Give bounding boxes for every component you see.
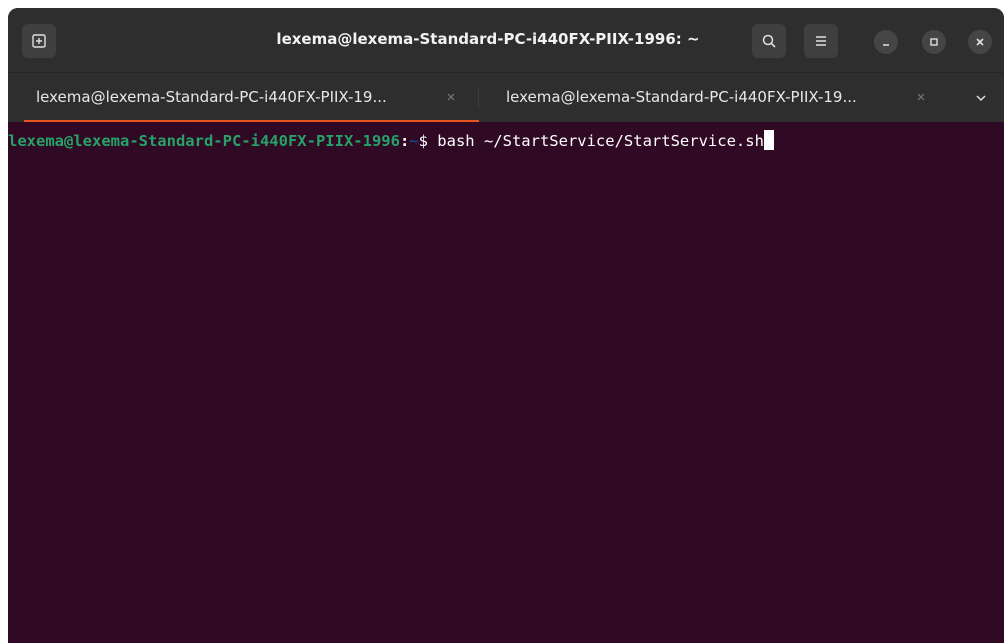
- tab-close-icon[interactable]: [914, 90, 928, 104]
- tab-label: lexema@lexema-Standard-PC-i440FX-PIIX-19…: [506, 88, 857, 106]
- hamburger-menu-icon: [816, 36, 826, 46]
- prompt-symbol: $: [418, 132, 438, 150]
- new-tab-icon: [32, 34, 46, 48]
- tab-2[interactable]: lexema@lexema-Standard-PC-i440FX-PIIX-19…: [478, 73, 948, 123]
- prompt-separator: :: [399, 132, 410, 150]
- menu-button[interactable]: [804, 24, 838, 58]
- terminal-output[interactable]: lexema@lexema-Standard-PC-i440FX-PIIX-19…: [8, 122, 1004, 643]
- terminal-window: lexema@lexema-Standard-PC-i440FX-PIIX-19…: [8, 8, 1004, 643]
- tab-label: lexema@lexema-Standard-PC-i440FX-PIIX-19…: [36, 88, 387, 106]
- minimize-icon: [883, 44, 889, 46]
- tab-bar: lexema@lexema-Standard-PC-i440FX-PIIX-19…: [8, 72, 1004, 123]
- tab-1[interactable]: lexema@lexema-Standard-PC-i440FX-PIIX-19…: [8, 73, 479, 123]
- close-button[interactable]: [968, 30, 992, 54]
- chevron-down-icon: [976, 95, 986, 102]
- minimize-button[interactable]: [874, 30, 898, 54]
- text-cursor: [763, 130, 774, 150]
- maximize-icon: [930, 38, 938, 46]
- command-line: lexema@lexema-Standard-PC-i440FX-PIIX-19…: [8, 128, 774, 154]
- search-button[interactable]: [752, 24, 786, 58]
- header-bar: lexema@lexema-Standard-PC-i440FX-PIIX-19…: [8, 8, 1004, 72]
- search-icon: [762, 34, 776, 48]
- tab-close-icon[interactable]: [444, 90, 458, 104]
- prompt-user-host: lexema@lexema-Standard-PC-i440FX-PIIX-19…: [8, 132, 400, 150]
- prompt-path: ~: [409, 132, 419, 150]
- scrollbar[interactable]: [998, 122, 1004, 643]
- maximize-button[interactable]: [922, 30, 946, 54]
- new-tab-button[interactable]: [22, 24, 56, 58]
- close-icon: [976, 38, 984, 46]
- window-title: lexema@lexema-Standard-PC-i440FX-PIIX-19…: [276, 30, 700, 48]
- command-text: bash ~/StartService/StartService.sh: [437, 132, 764, 150]
- tabs-overflow-button[interactable]: [970, 87, 992, 109]
